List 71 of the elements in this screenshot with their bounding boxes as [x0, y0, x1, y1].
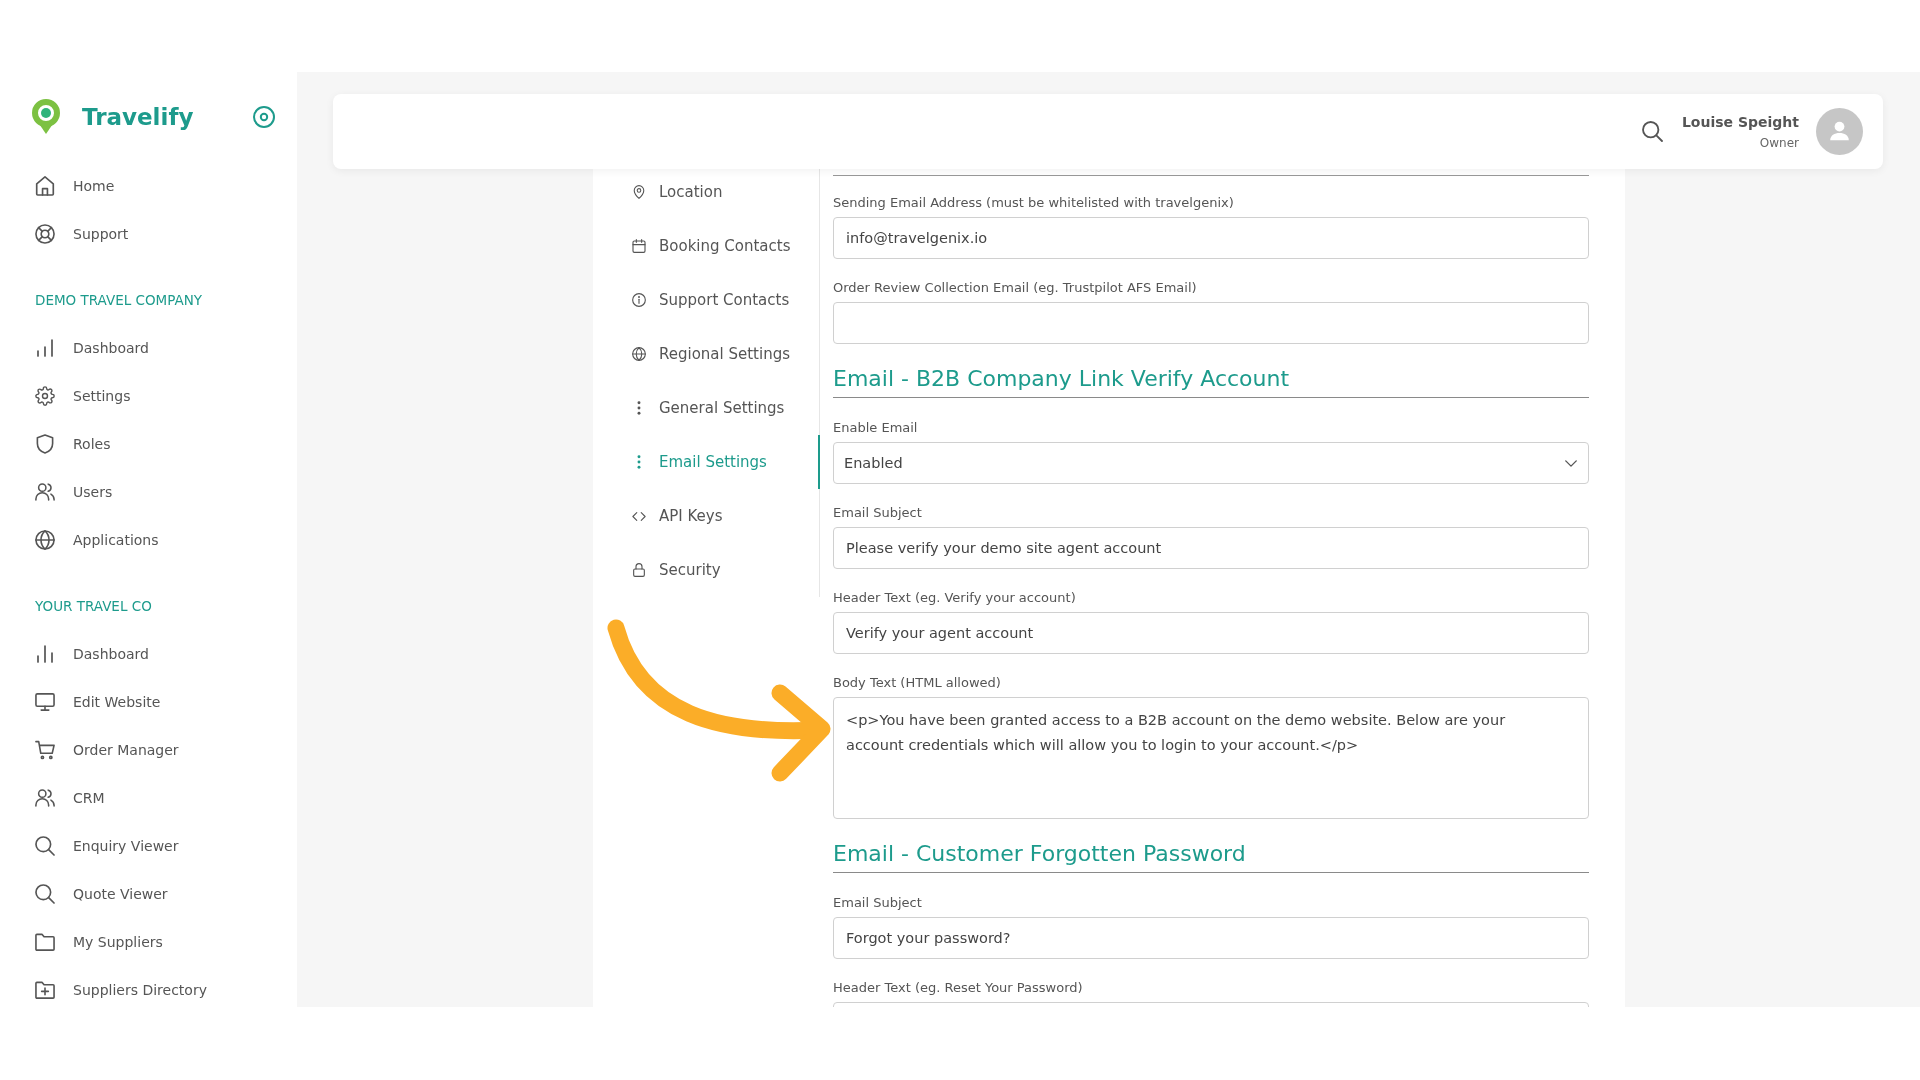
sidebar-item[interactable]: Dashboard: [0, 630, 297, 678]
section-title: YOUR TRAVEL CO: [34, 597, 153, 616]
users-icon: [35, 482, 55, 502]
field-label: Email Subject: [833, 894, 923, 912]
field-label: Header Text (eg. Reset Your Password): [833, 979, 1084, 997]
folder-plus-icon: [35, 980, 55, 1000]
sidebar-item[interactable]: Dashboard: [0, 324, 297, 372]
users-icon: [35, 788, 55, 808]
input-field[interactable]: Please verify your demo site agent account: [833, 527, 1589, 569]
sidebar-item[interactable]: Roles: [0, 420, 297, 468]
input-field[interactable]: info@travelgenix.io: [833, 217, 1589, 259]
logo-icon: [29, 98, 63, 135]
settings-nav-item[interactable]: Booking Contacts: [593, 219, 820, 273]
sidebar-item[interactable]: Support: [0, 210, 297, 258]
home-icon: [35, 176, 55, 196]
lifebuoy-icon: [35, 224, 55, 244]
settings-icon: [35, 386, 55, 406]
settings-nav-item[interactable]: Location: [593, 169, 820, 219]
sidebar-item[interactable]: Applications: [0, 516, 297, 564]
sidebar-item[interactable]: Suppliers Directory: [0, 966, 297, 1014]
search-icon: [35, 836, 55, 856]
globe-icon: [632, 347, 646, 361]
info-icon: [632, 293, 646, 307]
calendar-icon: [632, 239, 646, 253]
section-heading: Email - Customer Forgotten Password: [833, 839, 1589, 873]
field-label: Order Review Collection Email (eg. Trustpilot AFS Email): [833, 279, 1198, 297]
vertical-dots-icon: [637, 455, 641, 469]
textarea-field[interactable]: <p>You have been granted access to a B2B account on the demo website. Below are your account credentials which will allow you to login to your account.</p>: [833, 697, 1589, 819]
sidebar-item[interactable]: Settings: [0, 372, 297, 420]
lock-icon: [632, 563, 646, 577]
field-label: Header Text (eg. Verify your account): [833, 589, 1077, 607]
input-field[interactable]: Verify your agent account: [833, 612, 1589, 654]
vertical-dots-icon: [637, 401, 641, 415]
field-label: Body Text (HTML allowed): [833, 674, 1002, 692]
user-role: Owner: [1758, 134, 1799, 152]
search-icon: [35, 884, 55, 904]
chevron-down-icon: [1565, 459, 1577, 467]
target-icon[interactable]: [253, 105, 275, 128]
input-field[interactable]: [833, 302, 1589, 344]
sidebar-item[interactable]: Order Manager: [0, 726, 297, 774]
brand-name: Travelify: [82, 103, 194, 130]
input-field[interactable]: Forgot your password?: [833, 917, 1589, 959]
user-name: Louise Speight: [1681, 112, 1799, 132]
sidebar-item[interactable]: My Suppliers: [0, 918, 297, 966]
settings-nav-item[interactable]: Security: [593, 543, 820, 597]
bar-chart-icon: [35, 644, 55, 664]
sidebar-item[interactable]: Enquiry Viewer: [0, 822, 297, 870]
globe-icon: [35, 530, 55, 550]
location-pin-icon: [632, 185, 646, 199]
code-icon: [632, 511, 646, 521]
field-label: Enable Email: [833, 419, 919, 437]
settings-nav-item[interactable]: Regional Settings: [593, 327, 820, 381]
folder-icon: [35, 932, 55, 952]
bar-chart-icon: [35, 338, 55, 358]
section-heading: Email - B2B Company Link Verify Account: [833, 364, 1589, 398]
sidebar-item[interactable]: Home: [0, 162, 297, 210]
field-label: Sending Email Address (must be whitelisted with travelgenix): [833, 194, 1235, 212]
sidebar-item[interactable]: Quote Viewer: [0, 870, 297, 918]
select-field[interactable]: Enabled: [833, 442, 1589, 484]
shield-icon: [35, 434, 55, 454]
sidebar-item[interactable]: Users: [0, 468, 297, 516]
sidebar-item[interactable]: Edit Website: [0, 678, 297, 726]
settings-nav-item[interactable]: General Settings: [593, 381, 820, 435]
sidebar-item[interactable]: CRM: [0, 774, 297, 822]
field-label: Email Subject: [833, 504, 923, 522]
settings-nav-item[interactable]: API Keys: [593, 489, 820, 543]
cart-icon: [35, 740, 55, 760]
monitor-icon: [35, 692, 55, 712]
section-title: DEMO TRAVEL COMPANY: [34, 291, 204, 310]
search-icon[interactable]: [1641, 121, 1663, 142]
settings-nav-item[interactable]: Support Contacts: [593, 273, 820, 327]
